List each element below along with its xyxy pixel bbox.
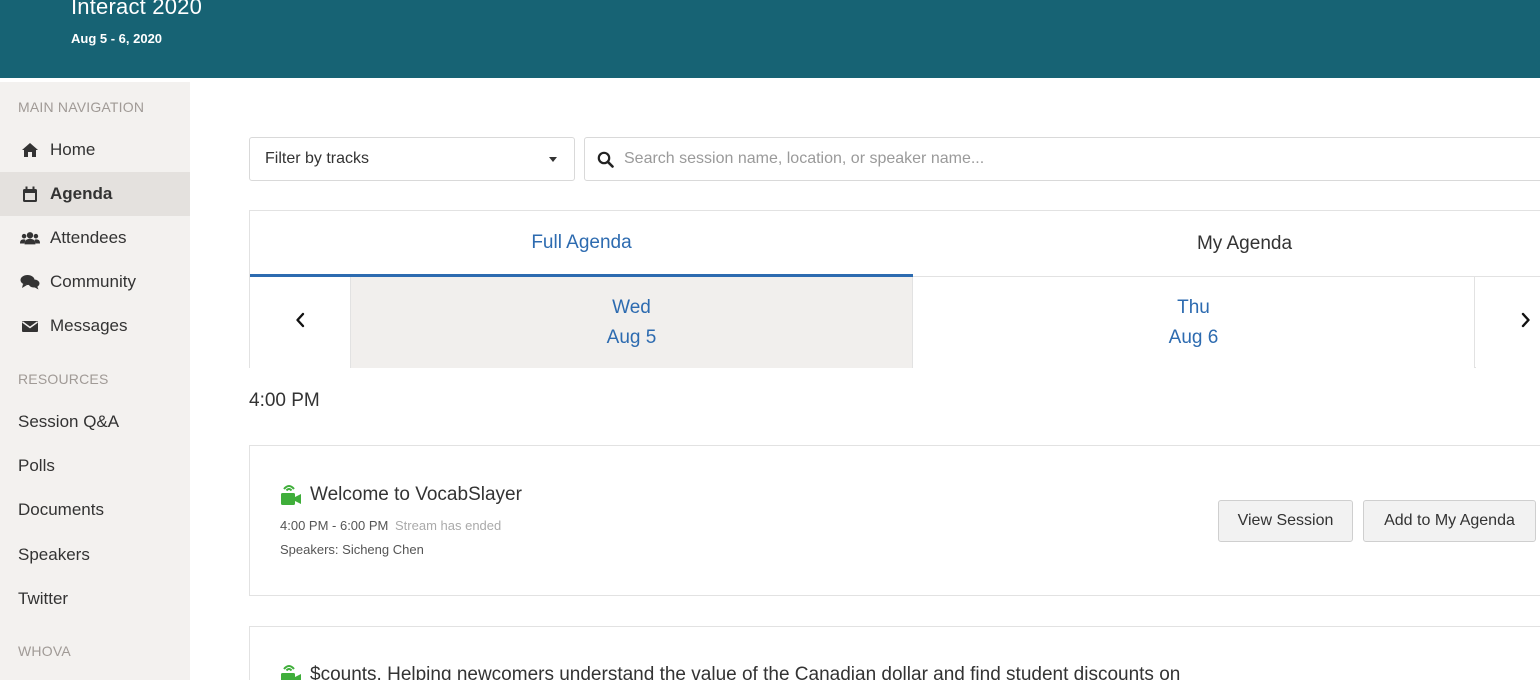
envelope-icon [20, 316, 40, 336]
sidebar-item-community[interactable]: Community [0, 260, 190, 304]
calendar-icon [20, 184, 40, 204]
resources-label: RESOURCES [18, 371, 109, 387]
previous-day-button[interactable] [250, 277, 351, 368]
video-camera-icon [280, 483, 302, 507]
sidebar-item-documents[interactable]: Documents [0, 490, 190, 530]
sidebar-item-home[interactable]: Home [0, 128, 190, 172]
session-title[interactable]: $counts. Helping newcomers understand th… [310, 664, 1180, 680]
sidebar-item-label: Community [50, 272, 136, 291]
main-navigation-label: MAIN NAVIGATION [18, 99, 145, 115]
day-date: Aug 6 [1168, 326, 1219, 348]
search-icon [597, 151, 614, 168]
session-title-row: Welcome to VocabSlayer [280, 483, 522, 507]
session-title[interactable]: Welcome to VocabSlayer [310, 484, 522, 506]
home-icon [20, 140, 40, 160]
sidebar-item-label: Messages [50, 316, 128, 335]
time-slot-header: 4:00 PM [249, 390, 320, 411]
sidebar-item-speakers[interactable]: Speakers [0, 535, 190, 575]
sidebar-item-polls[interactable]: Polls [0, 446, 190, 486]
track-filter-dropdown[interactable]: Filter by tracks [249, 137, 575, 181]
sidebar-item-twitter[interactable]: Twitter [0, 579, 190, 619]
stream-status: Stream has ended [395, 518, 502, 533]
day-selector: Wed Aug 5 Thu Aug 6 [250, 277, 1540, 368]
sidebar-item-label: Home [50, 140, 96, 159]
tab-my-agenda[interactable]: My Agenda [913, 211, 1540, 277]
session-time: 4:00 PM - 6:00 PM [280, 518, 389, 533]
add-to-my-agenda-button[interactable]: Add to My Agenda [1363, 500, 1536, 542]
sidebar-item-session-qa[interactable]: Session Q&A [0, 402, 190, 442]
day-weekday: Thu [1177, 296, 1210, 318]
whova-label: WHOVA [18, 643, 71, 659]
chevron-right-icon [1521, 312, 1531, 333]
sidebar: MAIN NAVIGATION Home Agenda Attendees Co… [0, 82, 190, 680]
comments-icon [20, 272, 40, 292]
caret-down-icon [549, 157, 557, 162]
event-dates: Aug 5 - 6, 2020 [71, 31, 163, 46]
day-tab-thu[interactable]: Thu Aug 6 [913, 277, 1475, 368]
session-title-row: $counts. Helping newcomers understand th… [280, 663, 1180, 680]
session-card: $counts. Helping newcomers understand th… [249, 626, 1540, 680]
sidebar-item-label: Agenda [50, 184, 113, 203]
video-camera-icon [280, 663, 302, 680]
day-weekday: Wed [612, 296, 651, 318]
day-tab-wed[interactable]: Wed Aug 5 [351, 277, 913, 368]
chevron-left-icon [295, 312, 305, 333]
sidebar-item-agenda[interactable]: Agenda [0, 172, 190, 216]
track-filter-label: Filter by tracks [265, 150, 370, 167]
day-date: Aug 5 [606, 326, 657, 348]
view-session-button[interactable]: View Session [1218, 500, 1353, 542]
app-header: Interact 2020 Aug 5 - 6, 2020 [0, 0, 1540, 78]
search-box[interactable] [584, 137, 1540, 181]
session-card: Welcome to VocabSlayer 4:00 PM - 6:00 PM… [249, 445, 1540, 596]
next-day-button[interactable] [1476, 277, 1540, 368]
sidebar-item-label: Attendees [50, 228, 127, 247]
users-icon [20, 228, 40, 248]
session-time-row: 4:00 PM - 6:00 PM Stream has ended [280, 518, 501, 533]
sidebar-item-attendees[interactable]: Attendees [0, 216, 190, 260]
event-title: Interact 2020 [71, 0, 203, 19]
session-speakers: Speakers: Sicheng Chen [280, 542, 424, 557]
tab-full-agenda[interactable]: Full Agenda [250, 211, 913, 277]
search-input[interactable] [624, 150, 1424, 168]
agenda-tabs: Full Agenda My Agenda Wed Aug 5 Thu Aug … [249, 210, 1540, 368]
sidebar-item-messages[interactable]: Messages [0, 304, 190, 348]
